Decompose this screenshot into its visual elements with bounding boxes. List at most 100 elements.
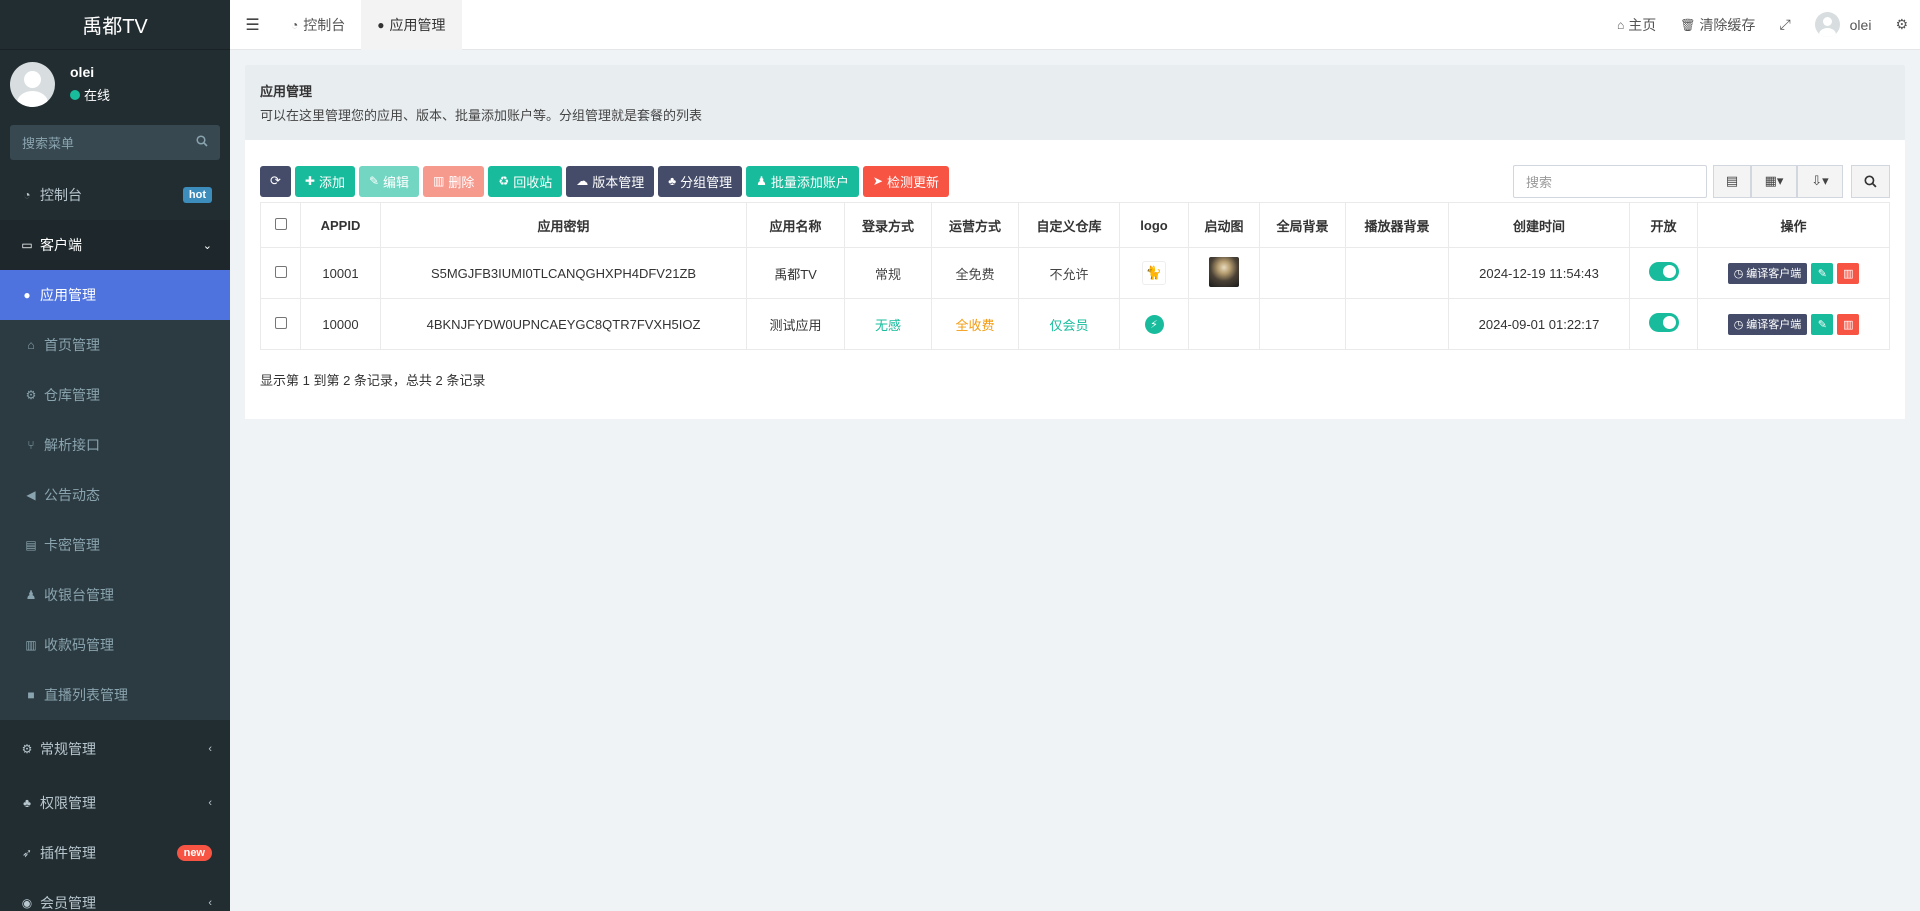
home-link[interactable]: ⌂ 主页 [1605, 15, 1668, 35]
pencil-icon: ✎ [1817, 318, 1827, 331]
clear-cache-button[interactable]: 🗑 清除缓存 [1668, 15, 1767, 35]
cell-app-key: 4BKNJFYDW0UPNCAEYGC8QTR7FVXH5IOZ [380, 298, 747, 350]
table-header-row: APPID 应用密钥 应用名称 登录方式 运营方式 自定义仓库 logo 启动图… [260, 202, 1890, 248]
pagination-info: 显示第 1 到第 2 条记录，总共 2 条记录 [260, 373, 486, 388]
edit-row-button[interactable]: ✎ [1811, 262, 1834, 284]
edit-row-button[interactable]: ✎ [1811, 313, 1834, 335]
search-icon[interactable] [196, 135, 208, 150]
compile-client-button[interactable]: ◷ 编译客户端 [1727, 262, 1808, 284]
col-app-name[interactable]: 应用名称 [746, 202, 845, 248]
toggle-view-button[interactable]: ▤ [1713, 164, 1751, 198]
android-icon: ● [377, 17, 385, 32]
sidebar-item-cashier[interactable]: ♟ 收银台管理 [0, 570, 230, 620]
check-update-button[interactable]: ➤ 检测更新 [862, 165, 949, 197]
col-operation-mode[interactable]: 运营方式 [931, 202, 1019, 248]
sidebar-item-repo-management[interactable]: ⚙ 仓库管理 [0, 370, 230, 420]
col-login-method[interactable]: 登录方式 [844, 202, 932, 248]
fullscreen-icon[interactable]: ⤢ [1767, 16, 1802, 33]
delete-row-button[interactable]: ▥ [1837, 313, 1860, 335]
select-all-checkbox[interactable] [274, 217, 287, 230]
version-management-button[interactable]: ☁ 版本管理 [566, 165, 655, 197]
hot-badge: hot [182, 187, 212, 203]
panel-body: ⟳ ✚ 添加 ✎ 编辑 ▥ 删除 ♻ 回收站 ☁ 版本管理 ♣ 分组管理 ♟ 批量添加账户 ➤… [245, 140, 1905, 419]
sidebar: 禹都TV olei 在线 搜索菜单 ◔ 控制台 hot ▭ 客户端 ⌄ ● 应用… [0, 0, 230, 911]
barcode-icon: ▥ [25, 638, 37, 652]
settings-cogs-icon[interactable]: ⚙ [1883, 16, 1920, 33]
toolbar: ⟳ ✚ 添加 ✎ 编辑 ▥ 删除 ♻ 回收站 ☁ 版本管理 ♣ 分组管理 ♟ 批量添加账户 ➤… [260, 164, 1890, 198]
clock-icon: ◷ [1733, 267, 1744, 280]
compile-client-button[interactable]: ◷ 编译客户端 [1727, 313, 1808, 335]
table-row[interactable]: 10001 S5MGJFB3IUMI0TLCANQGHXPH4DFV21ZB 禹… [260, 247, 1890, 299]
page-title: 应用管理 [260, 84, 313, 99]
sidebar-item-home-management[interactable]: ⌂ 首页管理 [0, 320, 230, 370]
usb-icon: ⑂ [27, 438, 35, 452]
topbar: ☰ ◔ 控制台 ● 应用管理 ⌂ 主页 🗑 清除缓存 ⤢ olei ⚙ [230, 0, 1920, 50]
cell-custom-repo: 不允许 [1018, 247, 1120, 299]
launch-image-thumbnail[interactable] [1209, 256, 1239, 287]
grid-icon: ▦▾ [1764, 173, 1784, 188]
col-open[interactable]: 开放 [1629, 202, 1698, 248]
sidebar-item-announcements[interactable]: ◀ 公告动态 [0, 470, 230, 520]
export-icon: ⇩▾ [1811, 173, 1829, 188]
menu-toggle-icon[interactable]: ☰ [230, 0, 275, 50]
open-toggle[interactable] [1648, 262, 1679, 281]
sidebar-item-permissions[interactable]: ♣ 权限管理 ‹ [0, 778, 230, 828]
inbox-icon: ▭ [21, 238, 33, 252]
open-toggle[interactable] [1648, 313, 1679, 332]
col-logo[interactable]: logo [1119, 202, 1189, 248]
sidebar-item-live-list[interactable]: ■ 直播列表管理 [0, 670, 230, 720]
cell-custom-repo: 仅会员 [1018, 298, 1120, 350]
clock-icon: ◷ [1733, 318, 1744, 331]
row-checkbox[interactable] [274, 316, 287, 329]
group-management-button[interactable]: ♣ 分组管理 [658, 165, 743, 197]
col-appid[interactable]: APPID [300, 202, 381, 248]
sidebar-item-general[interactable]: ⚙ 常规管理 ‹ [0, 720, 230, 778]
columns-dropdown[interactable]: ▦▾ [1751, 164, 1797, 198]
sidebar-menu: ◔ 控制台 hot ▭ 客户端 ⌄ ● 应用管理 ⌂ 首页管理 ⚙ 仓库管理 ⑂… [0, 170, 230, 911]
sidebar-item-dashboard[interactable]: ◔ 控制台 hot [0, 170, 230, 220]
select-all-header[interactable] [260, 202, 301, 248]
group-icon: ♣ [23, 796, 31, 810]
col-app-key[interactable]: 应用密钥 [380, 202, 747, 248]
add-button[interactable]: ✚ 添加 [294, 165, 355, 197]
new-badge: new [176, 845, 212, 861]
batch-add-accounts-button[interactable]: ♟ 批量添加账户 [746, 165, 859, 197]
sidebar-search[interactable]: 搜索菜单 [10, 125, 220, 160]
tab-dashboard[interactable]: ◔ 控制台 [275, 0, 361, 50]
pencil-icon: ✎ [368, 174, 380, 188]
user-plus-icon: ♟ [25, 588, 37, 602]
sidebar-item-card-keys[interactable]: ▤ 卡密管理 [0, 520, 230, 570]
edit-button[interactable]: ✎ 编辑 [358, 165, 420, 197]
app-logo-bolt-icon[interactable]: ⚡ [1144, 314, 1164, 334]
cell-operation-mode: 全收费 [931, 298, 1019, 350]
sidebar-search-input[interactable]: 搜索菜单 [22, 133, 196, 152]
sidebar-item-payment-codes[interactable]: ▥ 收款码管理 [0, 620, 230, 670]
col-custom-repo[interactable]: 自定义仓库 [1018, 202, 1120, 248]
col-global-background[interactable]: 全局背景 [1259, 202, 1346, 248]
sidebar-item-app-management[interactable]: ● 应用管理 [0, 270, 230, 320]
sidebar-item-parse-api[interactable]: ⑂ 解析接口 [0, 420, 230, 470]
delete-button[interactable]: ▥ 删除 [423, 165, 485, 197]
table-search-input[interactable]: 搜索 [1513, 164, 1707, 198]
recycle-bin-button[interactable]: ♻ 回收站 [488, 165, 563, 197]
sidebar-item-client[interactable]: ▭ 客户端 ⌄ [0, 220, 230, 270]
export-dropdown[interactable]: ⇩▾ [1797, 164, 1843, 198]
col-launch-image[interactable]: 启动图 [1188, 202, 1260, 248]
refresh-button[interactable]: ⟳ [260, 165, 291, 197]
sidebar-item-plugins[interactable]: ➶ 插件管理 new [0, 828, 230, 878]
col-player-background[interactable]: 播放器背景 [1345, 202, 1449, 248]
delete-row-button[interactable]: ▥ [1837, 262, 1860, 284]
brand-logo[interactable]: 禹都TV [0, 0, 230, 50]
advanced-search-button[interactable] [1851, 164, 1890, 198]
cell-global-background [1259, 298, 1346, 350]
user-menu[interactable]: olei [1803, 12, 1884, 37]
col-created-time[interactable]: 创建时间 [1448, 202, 1630, 248]
avatar [10, 61, 55, 107]
table-row[interactable]: 10000 4BKNJFYDW0UPNCAEYGC8QTR7FVXH5IOZ 测… [260, 298, 1890, 350]
group-icon: ♣ [668, 174, 677, 188]
app-logo-image[interactable]: 🐈 [1142, 261, 1166, 285]
tab-app-management[interactable]: ● 应用管理 [361, 0, 462, 50]
sidebar-item-members[interactable]: ◉ 会员管理 ‹ [0, 878, 230, 911]
row-checkbox[interactable] [274, 265, 287, 278]
rocket-icon: ➶ [21, 846, 33, 860]
